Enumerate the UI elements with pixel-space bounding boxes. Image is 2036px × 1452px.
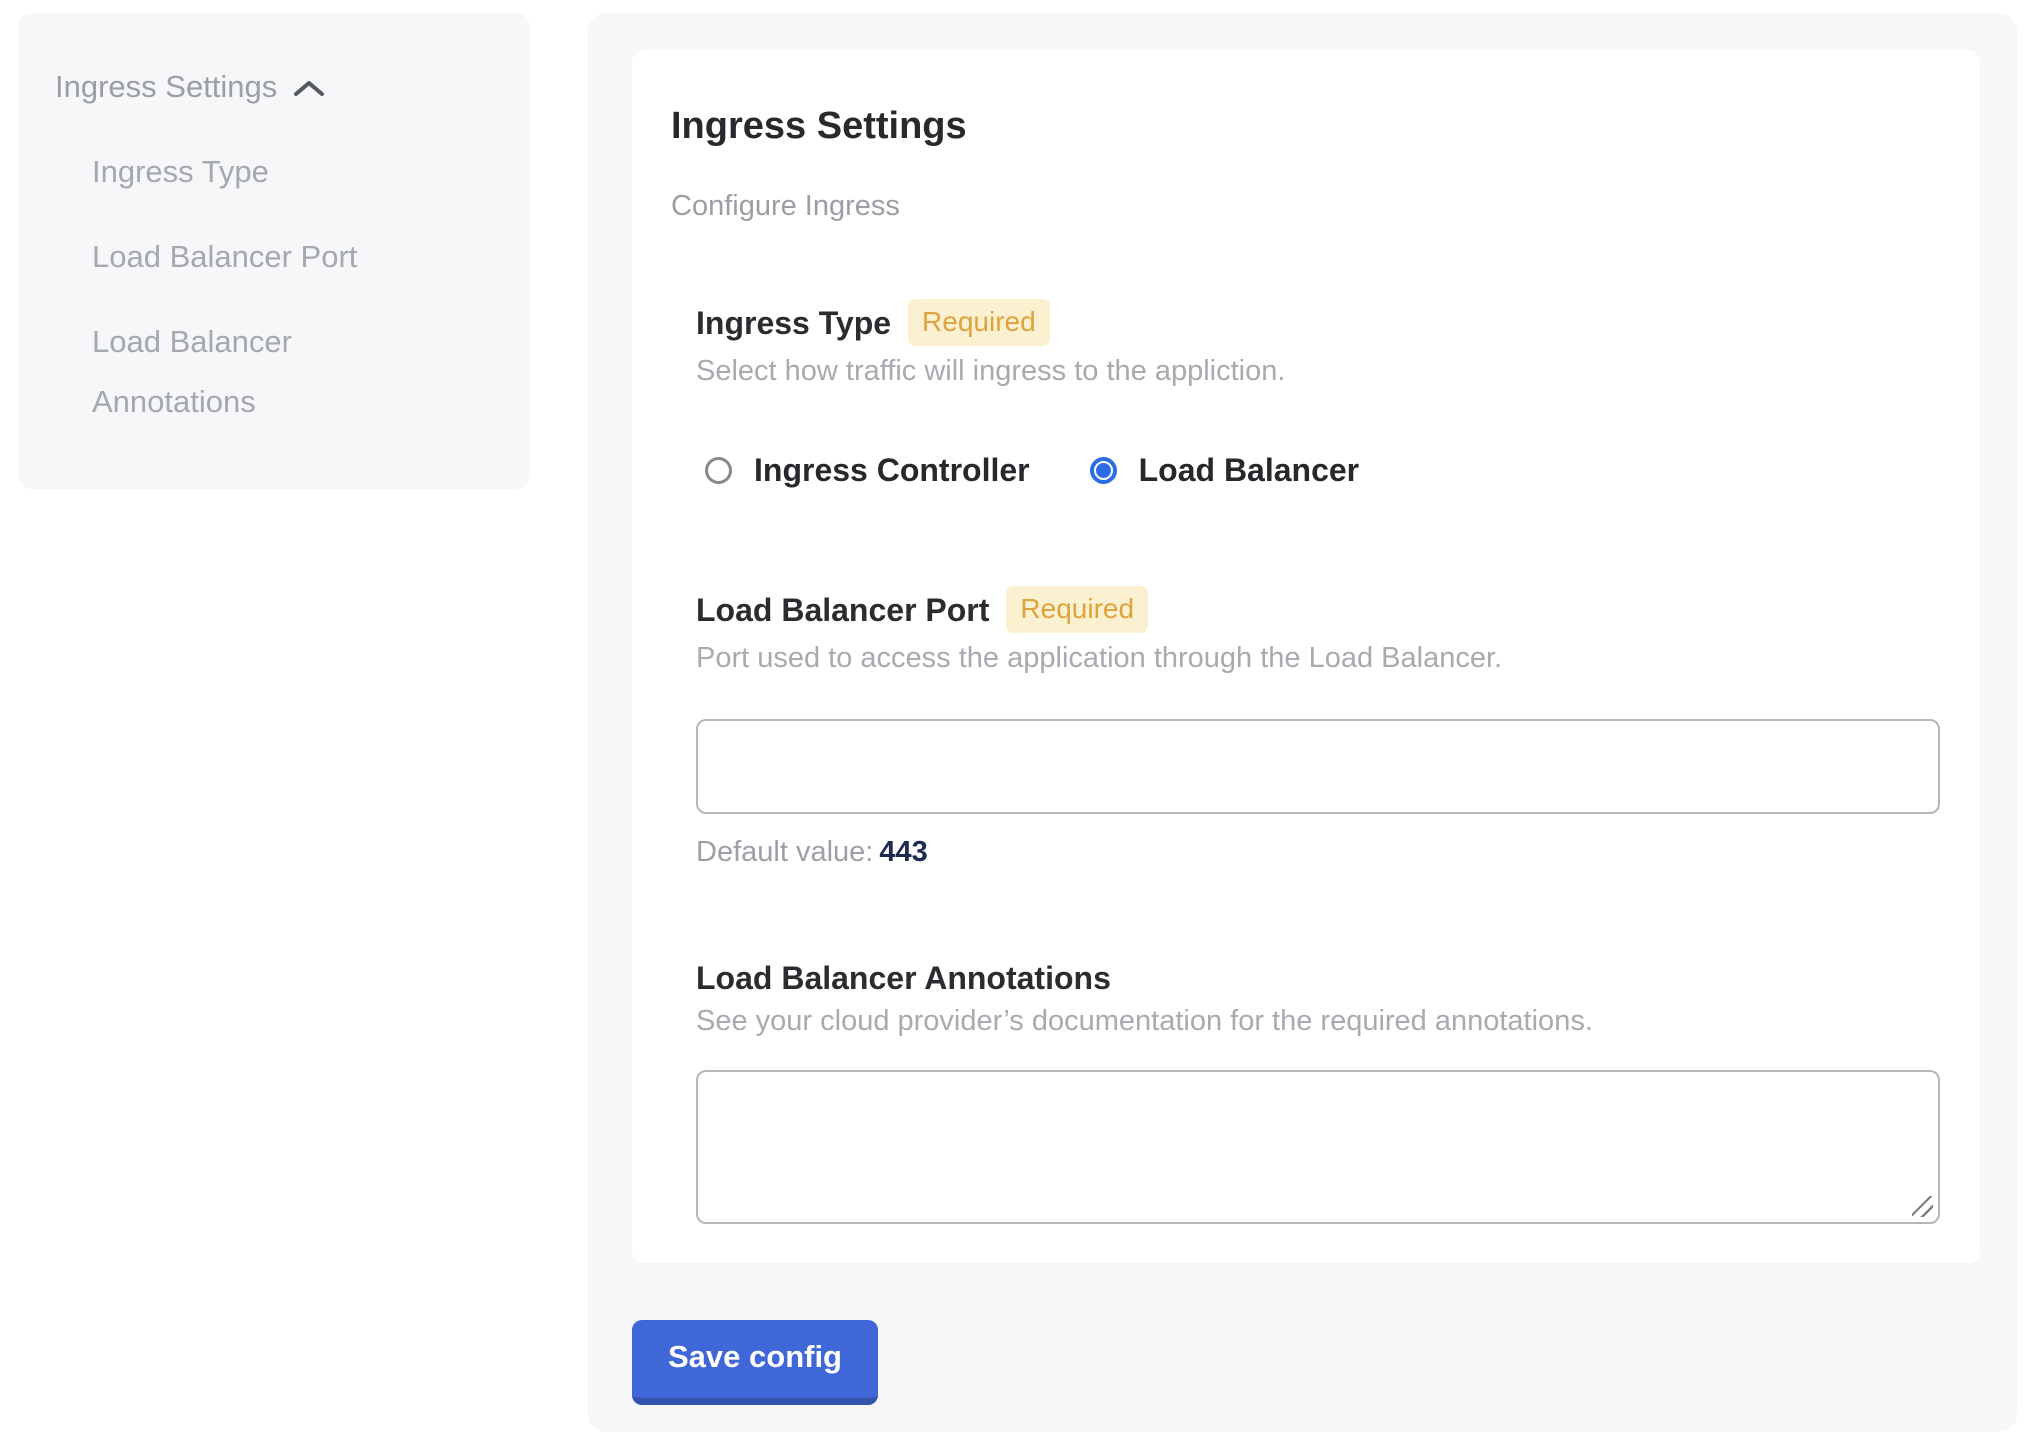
annotations-textarea-wrap	[696, 1070, 1940, 1224]
default-value-line: Default value:443	[696, 835, 1940, 869]
radio-option-load-balancer[interactable]: Load Balancer	[1090, 452, 1360, 488]
sidebar-section-label: Ingress Settings	[55, 68, 277, 106]
field-load-balancer-port: Load Balancer Port Required Port used to…	[696, 586, 1940, 869]
default-value-label: Default value:	[696, 836, 873, 868]
ingress-settings-card: Ingress Settings Configure Ingress Ingre…	[632, 50, 1980, 1263]
default-value-number: 443	[879, 836, 927, 868]
page: Ingress Settings Ingress Type Load Balan…	[0, 0, 2036, 1452]
sidebar-item-list: Ingress Type Load Balancer Port Load Bal…	[92, 142, 490, 432]
resize-handle-icon[interactable]	[1912, 1196, 1933, 1217]
radio-button-ingress-controller[interactable]	[705, 457, 732, 484]
chevron-up-icon	[292, 78, 326, 99]
field-ingress-type: Ingress Type Required Select how traffic…	[696, 299, 1940, 488]
field-load-balancer-annotations: Load Balancer Annotations See your cloud…	[696, 960, 1940, 1224]
radio-option-ingress-controller[interactable]: Ingress Controller	[705, 452, 1030, 488]
sidebar-section-ingress-settings[interactable]: Ingress Settings	[55, 68, 530, 106]
save-config-button[interactable]: Save config	[632, 1320, 878, 1405]
field-title-load-balancer-annotations: Load Balancer Annotations	[696, 960, 1111, 996]
load-balancer-annotations-textarea[interactable]	[696, 1070, 1940, 1224]
radio-button-load-balancer[interactable]	[1090, 457, 1117, 484]
field-description-ingress-type: Select how traffic will ingress to the a…	[696, 354, 1940, 388]
settings-nav-sidebar: Ingress Settings Ingress Type Load Balan…	[18, 13, 530, 489]
ingress-type-radio-group: Ingress Controller Load Balancer	[705, 452, 1940, 488]
sidebar-item-load-balancer-annotations[interactable]: Load Balancer Annotations	[92, 312, 422, 432]
field-title-load-balancer-port: Load Balancer Port	[696, 592, 989, 628]
sidebar-item-ingress-type[interactable]: Ingress Type	[92, 142, 422, 202]
main-panel: Ingress Settings Configure Ingress Ingre…	[588, 13, 2017, 1432]
sidebar-item-load-balancer-port[interactable]: Load Balancer Port	[92, 227, 422, 287]
radio-label-ingress-controller: Ingress Controller	[754, 452, 1030, 488]
required-badge-load-balancer-port: Required	[1006, 586, 1148, 633]
load-balancer-port-input[interactable]	[696, 719, 1940, 814]
required-badge-ingress-type: Required	[908, 299, 1050, 346]
page-subtitle: Configure Ingress	[671, 189, 1940, 223]
field-description-load-balancer-annotations: See your cloud provider’s documentation …	[696, 1004, 1940, 1038]
field-description-load-balancer-port: Port used to access the application thro…	[696, 641, 1940, 675]
radio-label-load-balancer: Load Balancer	[1139, 452, 1360, 488]
page-title: Ingress Settings	[671, 104, 1940, 148]
field-title-ingress-type: Ingress Type	[696, 305, 891, 341]
